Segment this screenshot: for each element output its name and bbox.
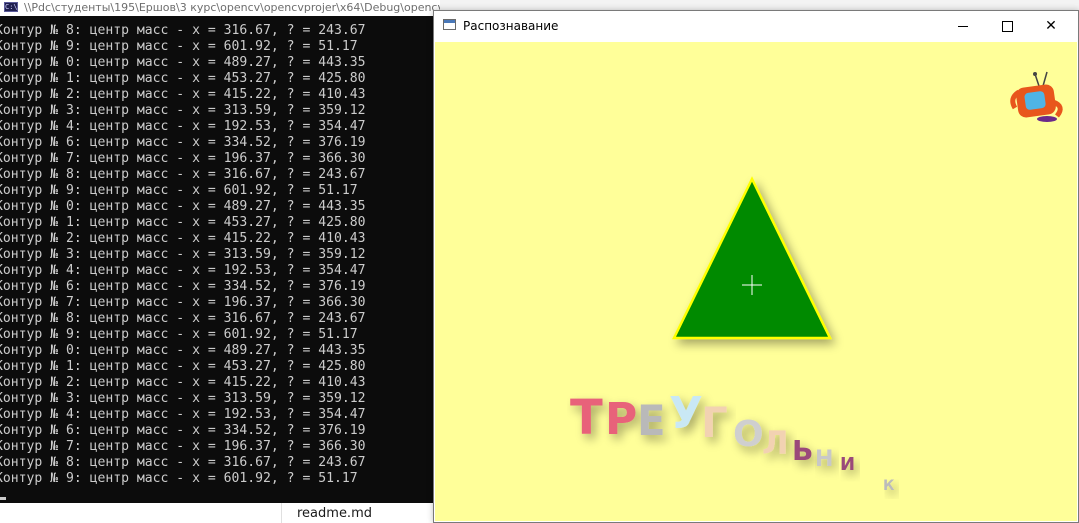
balloon-letter: Л [762,424,789,462]
balloon-letter: И [840,454,855,475]
console-app-icon: C:\ [4,2,18,12]
balloon-letter: Т [570,390,603,446]
console-line: Контур № 9: центр масс - x = 601.92, ? =… [0,471,358,486]
console-line: Контур № 0: центр масс - x = 489.27, ? =… [0,343,366,358]
console-line: Контур № 0: центр масс - x = 489.27, ? =… [0,55,366,70]
balloon-letter: У [669,388,703,439]
image-canvas: Т Р Е У Г О Л Ь Н И К [435,42,1077,521]
minimize-button[interactable] [940,11,986,41]
console-line: Контур № 4: центр масс - x = 192.53, ? =… [0,119,366,134]
console-output: Контур № 8: центр масс - x = 316.67, ? =… [0,23,440,487]
console-line: Контур № 3: центр масс - x = 313.59, ? =… [0,247,366,262]
console-line: Контур № 2: центр масс - x = 415.22, ? =… [0,231,366,246]
balloon-letter: К [883,478,895,494]
console-line: Контур № 3: центр масс - x = 313.59, ? =… [0,103,366,118]
balloon-letter: Г [701,398,728,447]
console-line: Контур № 7: центр масс - x = 196.37, ? =… [0,439,366,454]
close-button[interactable]: ✕ [1028,11,1074,41]
maximize-button[interactable] [984,11,1030,41]
console-line: Контур № 6: центр масс - x = 334.52, ? =… [0,135,366,150]
console-titlebar[interactable]: C:\ \\Pdc\студенты\195\Ершов\3 курс\open… [0,0,440,16]
balloon-letter: Н [815,447,833,472]
console-line: Контур № 4: центр масс - x = 192.53, ? =… [0,263,366,278]
console-cursor [0,497,6,500]
maximize-icon [1001,20,1013,32]
console-line: Контур № 9: центр масс - x = 601.92, ? =… [0,183,358,198]
console-line: Контур № 0: центр масс - x = 489.27, ? =… [0,199,366,214]
file-item-readme[interactable]: readme.md [297,506,372,521]
minimize-icon [958,25,968,27]
console-title: \\Pdc\студенты\195\Ершов\3 курс\opencv\o… [24,1,440,14]
console-window[interactable]: C:\ \\Pdc\студенты\195\Ершов\3 курс\open… [0,0,440,503]
balloon-letter: Ь [792,434,813,467]
recognition-window[interactable]: Распознавание ✕ Т Р Е У Г О Л Ь Н И К [433,10,1079,523]
console-line: Контур № 8: центр масс - x = 316.67, ? =… [0,311,366,326]
console-line: Контур № 2: центр масс - x = 415.22, ? =… [0,375,366,390]
console-line: Контур № 1: центр масс - x = 453.27, ? =… [0,359,366,374]
console-line: Контур № 8: центр масс - x = 316.67, ? =… [0,455,366,470]
background-divider [281,503,282,523]
window-app-icon [443,19,456,30]
recognition-titlebar[interactable]: Распознавание ✕ [434,11,1078,41]
console-line: Контур № 4: центр масс - x = 192.53, ? =… [0,407,366,422]
decorative-balloon-word: Т Р Е У Г О Л Ь Н И К [570,388,895,494]
balloon-letter: О [733,414,764,455]
console-line: Контур № 9: центр масс - x = 601.92, ? =… [0,39,358,54]
window-title: Распознавание [463,19,559,33]
console-line: Контур № 7: центр масс - x = 196.37, ? =… [0,295,366,310]
console-line: Контур № 8: центр масс - x = 316.67, ? =… [0,167,366,182]
console-line: Контур № 8: центр масс - x = 316.67, ? =… [0,23,366,38]
balloon-letter: Р [605,394,637,445]
console-line: Контур № 7: центр масс - x = 196.37, ? =… [0,151,366,166]
console-line: Контур № 1: центр масс - x = 453.27, ? =… [0,215,366,230]
tv-logo-icon [1010,71,1063,122]
console-line: Контур № 6: центр масс - x = 334.52, ? =… [0,423,366,438]
console-line: Контур № 9: центр масс - x = 601.92, ? =… [0,327,358,342]
canvas-drawing: Т Р Е У Г О Л Ь Н И К [570,71,1063,494]
console-line: Контур № 2: центр масс - x = 415.22, ? =… [0,87,366,102]
console-line: Контур № 3: центр масс - x = 313.59, ? =… [0,391,366,406]
background-file-panel [0,503,440,523]
detected-triangle [671,176,833,340]
console-line: Контур № 6: центр масс - x = 334.52, ? =… [0,279,366,294]
close-icon: ✕ [1045,18,1057,34]
balloon-letter: Е [637,396,666,445]
console-line: Контур № 1: центр масс - x = 453.27, ? =… [0,71,366,86]
